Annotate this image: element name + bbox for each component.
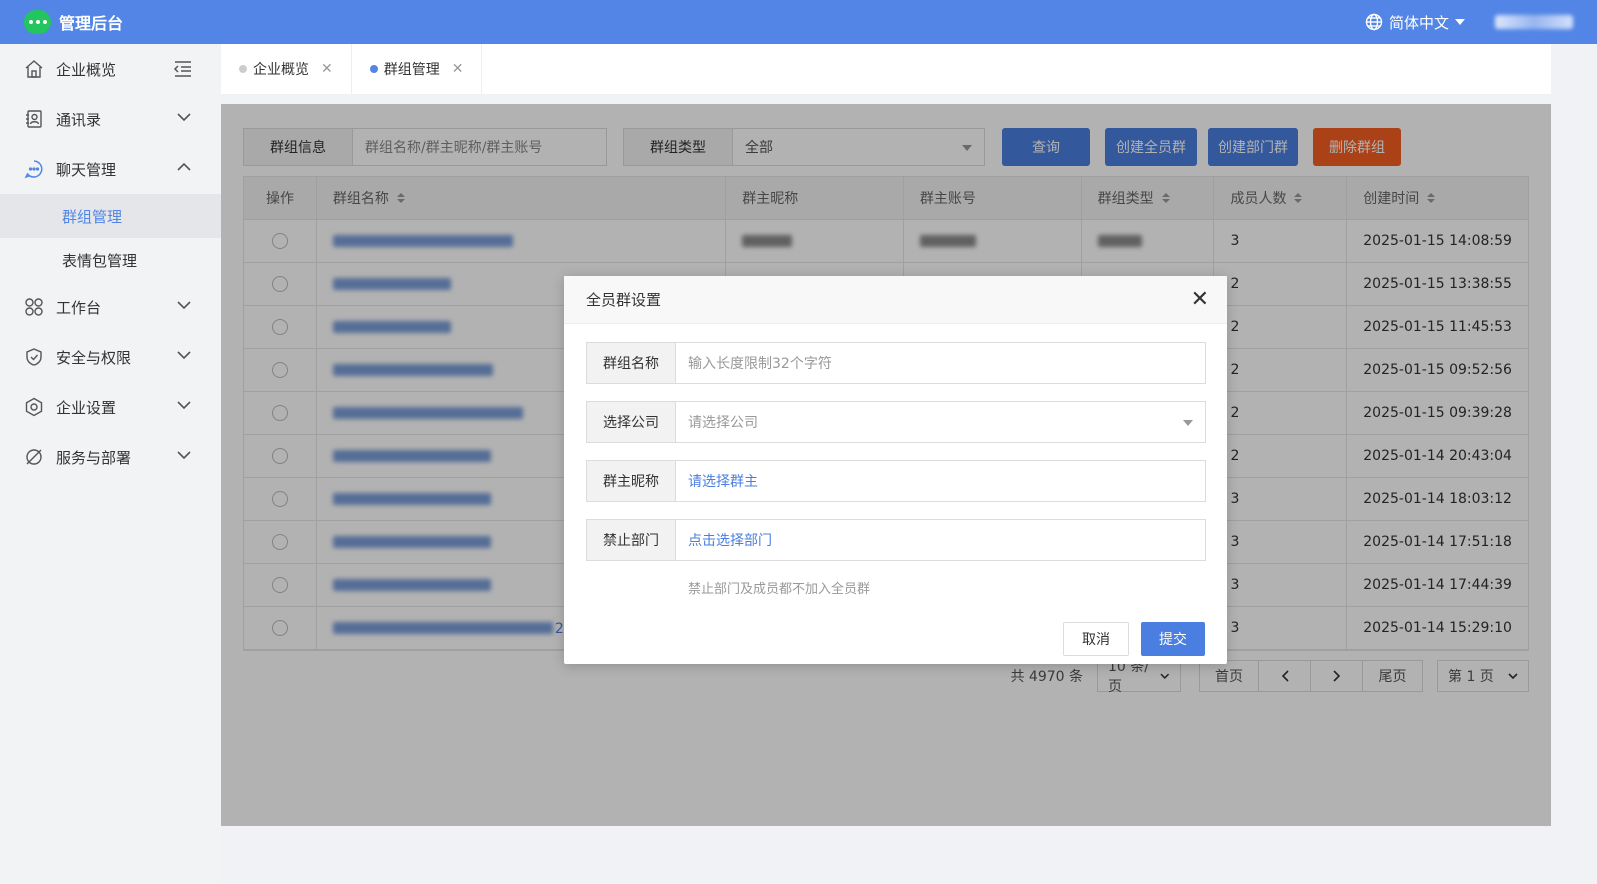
gear-icon [24,397,44,417]
sidebar-item-settings[interactable]: 企业设置 [0,382,221,432]
sidebar-item-label: 企业设置 [56,398,117,417]
sidebar-item-label: 服务与部署 [56,448,132,467]
home-icon [24,59,44,79]
company-row: 选择公司 请选择公司 [586,401,1206,443]
sidebar: 企业概览 通讯录 聊天管理 群组管理 表情包管理 工作台 安全与权限 企业设置 … [0,44,221,884]
tab-dot [369,65,378,73]
workbench-icon [24,297,44,317]
top-bar: 管理后台 简体中文 [0,0,1597,44]
close-icon[interactable]: ✕ [1191,289,1209,311]
sidebar-item-label: 企业概览 [56,60,117,79]
company-select[interactable]: 请选择公司 [676,401,1206,443]
sidebar-subitem-group-management[interactable]: 群组管理 [0,194,221,238]
sidebar-item-contacts[interactable]: 通讯录 [0,94,221,144]
company-placeholder: 请选择公司 [688,415,758,431]
chevron-down-icon [1183,420,1193,426]
chevron-up-icon [177,162,191,171]
sidebar-item-label: 通讯录 [56,110,102,129]
submit-button[interactable]: 提交 [1141,622,1205,656]
chevron-down-icon [177,351,191,360]
sidebar-item-workbench[interactable]: 工作台 [0,282,221,332]
sidebar-item-label: 工作台 [56,298,102,317]
owner-row: 群主昵称 请选择群主 [586,460,1206,502]
tab-group-management[interactable]: 群组管理 ✕ [352,44,483,94]
dialog-header: 全员群设置 ✕ [564,276,1227,324]
tab-dot [239,65,247,73]
sidebar-item-label: 聊天管理 [56,160,117,179]
sidebar-subitem-emoji-management[interactable]: 表情包管理 [0,238,221,282]
select-department-link[interactable]: 点击选择部门 [676,519,1206,561]
group-name-row: 群组名称 输入长度限制32个字符 [586,342,1206,384]
tab-overview[interactable]: 企业概览 ✕ [221,44,352,94]
dialog-title: 全员群设置 [586,291,662,309]
chat-bubble-icon [24,159,44,179]
select-owner-link[interactable]: 请选择群主 [676,460,1206,502]
department-label: 禁止部门 [586,519,676,561]
chevron-down-icon [177,301,191,310]
department-row: 禁止部门 点击选择部门 [586,519,1206,561]
language-selector[interactable]: 简体中文 [1365,12,1465,33]
company-label: 选择公司 [586,401,676,443]
collapse-menu-icon[interactable] [173,60,193,82]
deploy-icon [24,447,44,467]
tab-bar: 企业概览 ✕ 群组管理 ✕ [221,44,1551,94]
brand-title: 管理后台 [59,14,124,33]
chevron-down-icon [177,113,191,122]
sidebar-item-deployment[interactable]: 服务与部署 [0,432,221,482]
brand[interactable]: 管理后台 [24,10,123,34]
language-label: 简体中文 [1388,13,1449,32]
chevron-down-icon [1455,19,1465,25]
sidebar-item-overview[interactable]: 企业概览 [0,44,221,94]
chevron-down-icon [177,451,191,460]
group-name-label: 群组名称 [586,342,676,384]
all-member-group-dialog: 全员群设置 ✕ 群组名称 输入长度限制32个字符 选择公司 请选择公司 群主昵称… [564,276,1227,664]
tab-label: 群组管理 [383,62,440,78]
chevron-down-icon [177,401,191,410]
shield-icon [24,347,44,367]
contacts-icon [24,109,44,129]
chat-logo-icon [24,10,51,34]
cancel-button[interactable]: 取消 [1063,622,1129,656]
owner-label: 群主昵称 [586,460,676,502]
group-name-input[interactable]: 输入长度限制32个字符 [676,342,1206,384]
sidebar-item-security[interactable]: 安全与权限 [0,332,221,382]
sidebar-item-label: 安全与权限 [56,348,132,367]
close-icon[interactable]: ✕ [321,61,333,77]
sidebar-item-chat[interactable]: 聊天管理 [0,144,221,194]
user-menu[interactable] [1495,15,1573,29]
tab-label: 企业概览 [253,62,309,78]
close-icon[interactable]: ✕ [452,61,464,77]
department-hint: 禁止部门及成员都不加入全员群 [688,582,871,597]
globe-icon [1365,13,1383,31]
